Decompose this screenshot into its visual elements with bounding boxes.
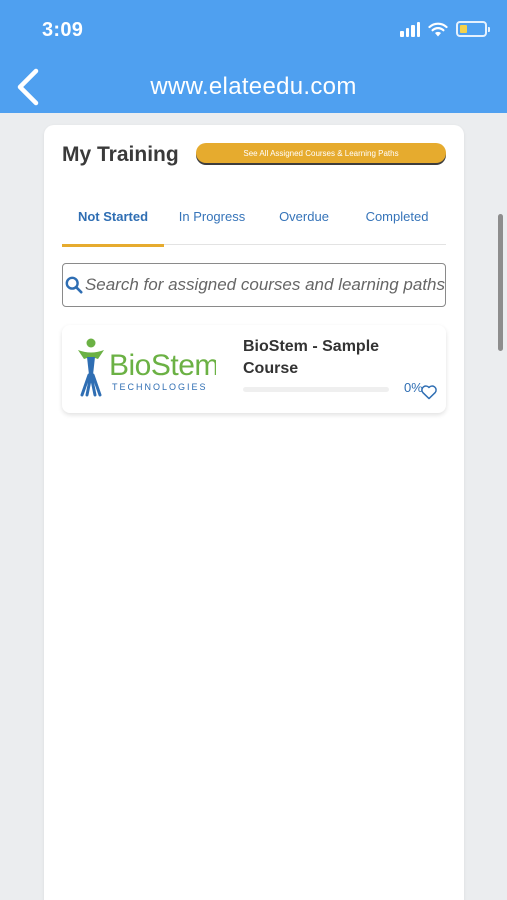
top-bar: 3:09 www.elateedu.com — [0, 0, 507, 113]
wifi-icon — [428, 22, 448, 36]
battery-icon — [456, 21, 490, 37]
tab-in-progress[interactable]: In Progress — [164, 187, 260, 245]
course-title: BioStem - Sample Course — [243, 338, 380, 377]
section-title: My Training — [62, 143, 179, 166]
search-placeholder: Search for assigned courses and learning… — [84, 275, 445, 294]
course-card[interactable]: BioStem TECHNOLOGIES BioStem - Sample Co… — [62, 325, 446, 413]
cellular-signal-icon — [400, 21, 420, 37]
my-training-card: My Training See All Assigned Courses & L… — [44, 125, 464, 900]
tab-overdue[interactable]: Overdue — [260, 187, 348, 245]
scrollbar[interactable] — [498, 214, 503, 351]
search-icon — [65, 276, 83, 294]
tab-not-started[interactable]: Not Started — [62, 187, 164, 247]
tab-completed[interactable]: Completed — [348, 187, 446, 245]
heart-outline-icon[interactable] — [420, 384, 438, 400]
course-progress-bar — [243, 387, 389, 392]
course-logo: BioStem TECHNOLOGIES — [68, 331, 219, 403]
search-input[interactable]: Search for assigned courses and learning… — [62, 263, 446, 307]
logo-text: BioStem — [109, 349, 216, 382]
search-icon-wrap — [63, 276, 85, 294]
logo-subtext: TECHNOLOGIES — [112, 382, 208, 392]
see-all-courses-button[interactable]: See All Assigned Courses & Learning Path… — [196, 143, 446, 163]
page-url-title: www.elateedu.com — [150, 73, 357, 100]
status-time: 3:09 — [42, 19, 84, 41]
training-tabs: Not Started In Progress Overdue Complete… — [62, 187, 446, 247]
status-icons — [400, 21, 490, 37]
